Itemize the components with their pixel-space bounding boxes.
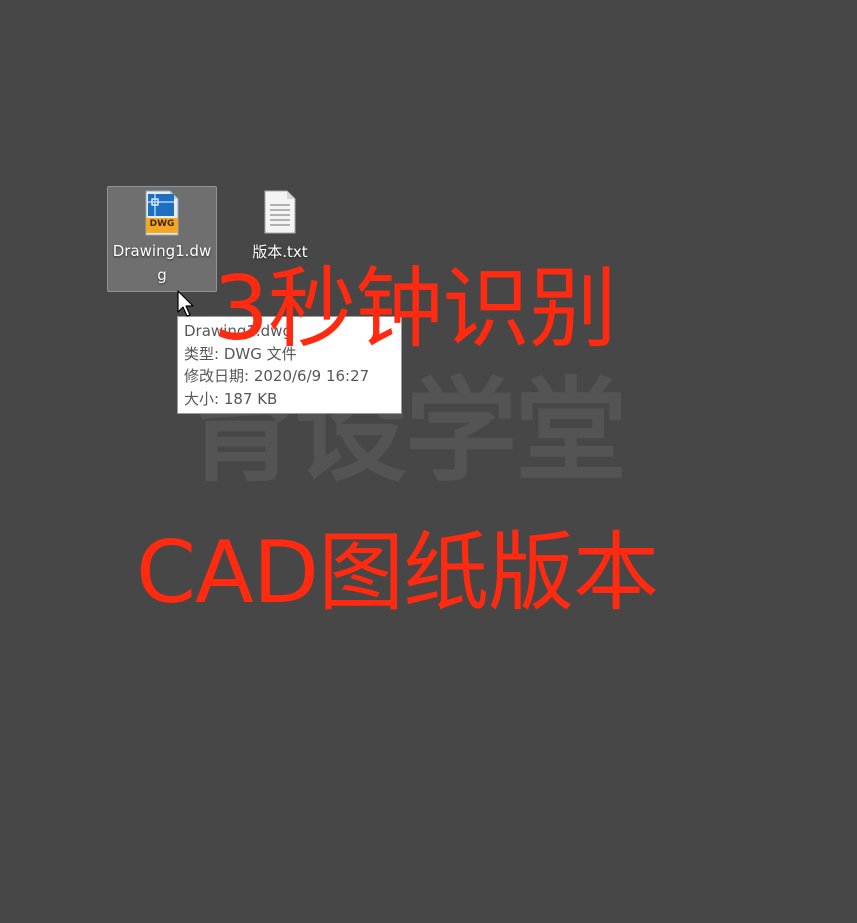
tooltip-modified-date: 修改日期: 2020/6/9 16:27 [184, 367, 370, 385]
caption-line-2: CAD图纸版本 [136, 523, 659, 623]
caption-line-1: 3秒钟识别 [213, 257, 617, 360]
desktop: 育设学堂 DWG Drawing1.dwg 版本.txt Drawing1.dw… [0, 0, 857, 923]
mouse-cursor-icon [177, 290, 195, 318]
tooltip-file-size: 大小: 187 KB [184, 389, 278, 408]
desktop-icon-drawing1-dwg[interactable]: DWG Drawing1.dwg [107, 186, 217, 292]
icon-label: Drawing1.dwg [112, 242, 212, 284]
dwg-badge-label: DWG [149, 219, 175, 229]
text-file-icon [263, 190, 297, 234]
